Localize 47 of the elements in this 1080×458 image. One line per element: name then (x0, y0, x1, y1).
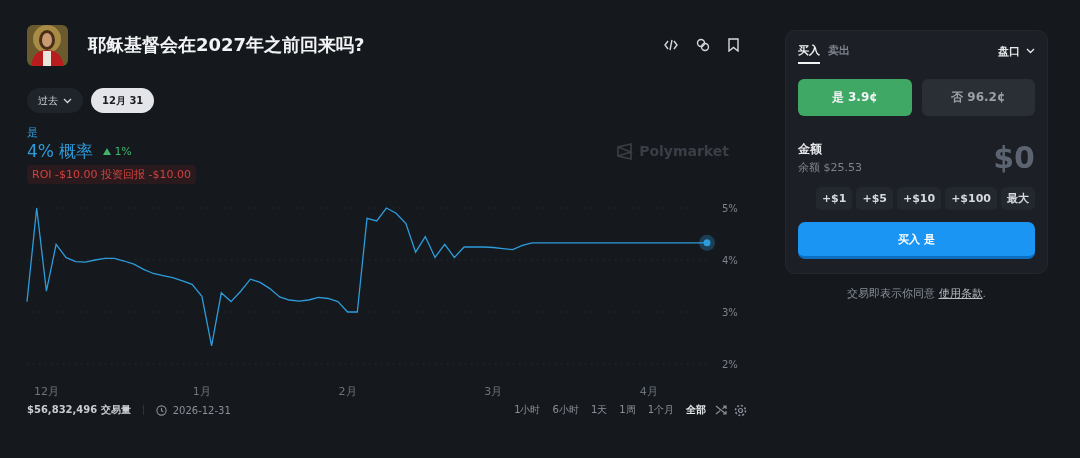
time-range-tab[interactable]: 1周 (616, 403, 639, 417)
amount-label: 金额 (798, 140, 823, 158)
settings-icon[interactable] (734, 403, 747, 417)
x-axis-label: 2月 (338, 385, 357, 398)
clock-icon (155, 404, 167, 416)
quick-amount-button[interactable]: +$100 (945, 187, 997, 210)
link-icon[interactable] (696, 38, 710, 52)
change-indicator: 1% (103, 144, 132, 158)
y-axis-label: 3% (722, 307, 738, 318)
current-point-marker (699, 234, 715, 251)
time-range-tab[interactable]: 1小时 (511, 403, 544, 417)
time-range-tab[interactable]: 1个月 (644, 403, 677, 417)
embed-code-icon[interactable] (664, 39, 678, 51)
date-chip[interactable]: 12月 31 (91, 88, 155, 113)
quick-amount-button[interactable]: +$10 (896, 187, 942, 210)
y-axis-label: 2% (722, 359, 738, 370)
quick-amount-button[interactable]: +$5 (856, 187, 893, 210)
period-dropdown[interactable]: 过去 (27, 88, 83, 113)
trade-tab[interactable]: 买入 (798, 38, 820, 64)
probability: 4% 概率 (27, 139, 94, 163)
chevron-down-icon (63, 97, 72, 104)
bookmark-icon[interactable] (728, 38, 739, 52)
trade-tab[interactable]: 卖出 (828, 38, 850, 64)
time-range-tab[interactable]: 1天 (587, 403, 611, 417)
terms-text: 交易即表示你同意 使用条款. (846, 286, 987, 301)
quick-amount-button[interactable]: +$1 (815, 187, 853, 210)
x-axis-label: 3月 (484, 385, 503, 398)
brand-logo-icon (616, 142, 634, 160)
y-axis-label: 4% (722, 255, 738, 266)
y-axis-label: 5% (722, 203, 738, 214)
end-date: 2026-12-31 (172, 404, 231, 416)
x-axis-label: 12月 (33, 385, 59, 398)
chevron-down-icon (1026, 48, 1035, 54)
volume: $56,832,496 交易量 (27, 403, 131, 417)
time-range-tab[interactable]: 6小时 (549, 403, 582, 417)
x-axis-label: 4月 (639, 385, 658, 398)
time-range-tab[interactable]: 全部 (683, 403, 709, 417)
order-type-dropdown[interactable]: 盘口 (998, 43, 1035, 59)
market-title: 耶稣基督会在2027年之前回来吗? (88, 33, 365, 57)
balance: 余额 $25.53 (798, 159, 862, 175)
x-axis-label: 1月 (192, 385, 211, 398)
quick-amount-button[interactable]: 最大 (1001, 187, 1035, 210)
outcome-button[interactable]: 否 96.2¢ (921, 79, 1035, 116)
outcome-label: 是 (27, 125, 39, 140)
roi-badge: ROI -$10.00 投资回报 -$10.00 (27, 165, 196, 184)
shuffle-icon[interactable] (715, 404, 728, 416)
terms-link[interactable]: 使用条款 (938, 287, 983, 300)
